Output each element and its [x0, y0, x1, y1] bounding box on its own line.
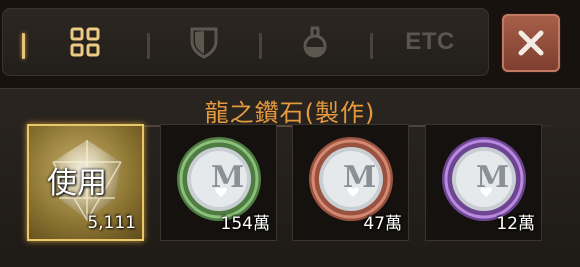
item-count: 12萬: [496, 214, 535, 234]
item-count: 47萬: [363, 214, 402, 234]
tab-all[interactable]: [30, 8, 140, 76]
item-count: 5,111: [87, 213, 136, 233]
item-slot-purple-coin[interactable]: M 12萬: [425, 124, 542, 241]
tab-separator: [370, 33, 373, 59]
close-button[interactable]: [502, 14, 560, 72]
potion-icon: [303, 26, 327, 58]
tab-active-indicator: [22, 33, 25, 59]
shield-icon: [190, 27, 218, 59]
tab-etc[interactable]: ETC: [375, 8, 485, 76]
tab-equipment[interactable]: [149, 8, 259, 76]
item-slot-dragon-diamond[interactable]: 使用 5,111: [27, 124, 144, 241]
item-slot-green-coin[interactable]: M 154萬: [160, 124, 277, 241]
item-slot-red-coin[interactable]: M 47萬: [292, 124, 409, 241]
close-icon: [518, 30, 544, 56]
category-tab-bar: ETC: [2, 8, 489, 76]
use-label: 使用: [47, 166, 107, 201]
panel-title: 龍之鑽石(製作): [204, 99, 376, 127]
grid-icon: [70, 27, 100, 57]
tab-etc-label: ETC: [405, 28, 455, 55]
tab-consumable[interactable]: [260, 8, 370, 76]
item-count: 154萬: [220, 214, 270, 234]
